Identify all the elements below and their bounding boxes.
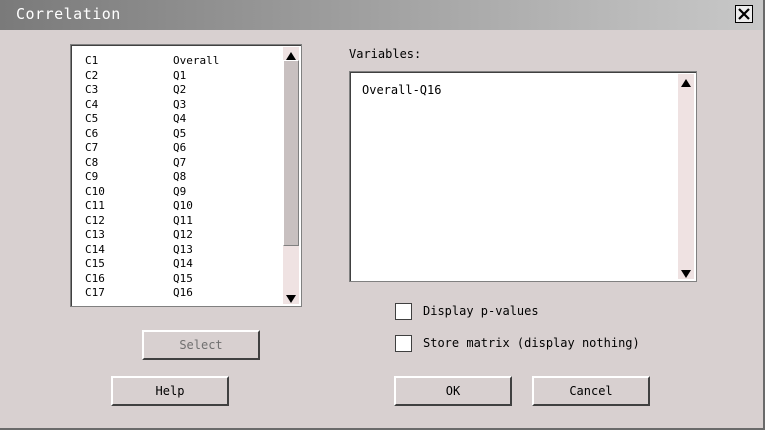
list-item[interactable]: C9 Q8 (85, 170, 285, 185)
list-item[interactable]: C7 Q6 (85, 141, 285, 156)
column-id: C15 (85, 257, 105, 270)
column-id: C5 (85, 112, 99, 125)
variables-textarea[interactable]: Overall-Q16 (349, 71, 697, 282)
column-name: Q9 (173, 184, 187, 198)
list-item[interactable]: C16 Q15 (85, 272, 285, 287)
store-matrix-label: Store matrix (display nothing) (423, 336, 640, 350)
column-id: C10 (85, 184, 105, 198)
variables-scrollbar[interactable] (678, 74, 694, 279)
column-name: Q16 (173, 286, 193, 299)
list-item[interactable]: C1 Overall (85, 54, 285, 69)
column-id: C17 (85, 286, 105, 299)
scroll-down-arrow-icon[interactable] (678, 266, 694, 279)
list-item[interactable]: C5 Q4 (85, 112, 285, 127)
column-id: C9 (85, 170, 99, 183)
list-item[interactable]: C13 Q12 (85, 228, 285, 243)
column-name: Q6 (173, 141, 187, 154)
cancel-button[interactable]: Cancel (532, 376, 650, 406)
column-name: Q4 (173, 112, 187, 125)
column-name: Q7 (173, 155, 187, 169)
column-id: C14 (85, 242, 105, 256)
list-item[interactable]: C10 Q9 (85, 185, 285, 200)
window-title: Correlation (16, 5, 121, 23)
list-item[interactable]: C14 Q13 (85, 243, 285, 258)
close-button[interactable] (735, 5, 753, 23)
list-item[interactable]: C12 Q11 (85, 214, 285, 229)
column-id: C1 (85, 54, 99, 67)
help-button[interactable]: Help (111, 376, 229, 406)
title-bar[interactable]: Correlation (0, 0, 763, 30)
column-id: C2 (85, 68, 99, 82)
columns-scrollbar[interactable] (283, 47, 299, 304)
column-name: Q5 (173, 126, 187, 140)
column-id: C3 (85, 83, 99, 96)
variables-label: Variables: (349, 47, 422, 61)
column-name: Q2 (173, 83, 187, 96)
columns-list: C1 Overall C2 Q1 C3 Q2 C4 Q3 C5 Q4 C6 Q5 C7 Q6 C8 Q7 C9 Q… (85, 54, 285, 301)
scroll-up-arrow-icon[interactable] (283, 47, 299, 60)
column-name: Q3 (173, 97, 187, 111)
column-id: C7 (85, 141, 99, 154)
scroll-up-arrow-icon[interactable] (678, 74, 694, 87)
close-icon (738, 8, 750, 20)
column-id: C6 (85, 126, 99, 140)
column-id: C8 (85, 155, 99, 169)
column-id: C11 (85, 199, 105, 212)
column-name: Overall (173, 54, 220, 67)
column-id: C16 (85, 271, 105, 285)
column-name: Q8 (173, 170, 187, 183)
variables-value: Overall-Q16 (362, 83, 442, 97)
list-item[interactable]: C8 Q7 (85, 156, 285, 171)
store-matrix-checkbox[interactable] (395, 335, 412, 352)
column-id: C4 (85, 97, 99, 111)
column-name: Q13 (173, 242, 193, 256)
display-p-values-label: Display p-values (423, 304, 539, 318)
correlation-dialog: Correlation C1 Overall C2 Q1 C3 Q2 C4 Q3 C5 Q4 C6 Q… (0, 0, 765, 430)
list-item[interactable]: C3 Q2 (85, 83, 285, 98)
list-item[interactable]: C4 Q3 (85, 98, 285, 113)
display-p-values-checkbox[interactable] (395, 303, 412, 320)
select-button[interactable]: Select (142, 330, 260, 360)
list-item[interactable]: C6 Q5 (85, 127, 285, 142)
column-name: Q1 (173, 68, 187, 82)
column-id: C12 (85, 213, 105, 227)
ok-button[interactable]: OK (394, 376, 512, 406)
columns-scroll-thumb[interactable] (283, 60, 299, 246)
column-name: Q10 (173, 199, 193, 212)
columns-listbox[interactable]: C1 Overall C2 Q1 C3 Q2 C4 Q3 C5 Q4 C6 Q5 C7 Q6 C8 Q7 C9 Q… (70, 44, 302, 307)
column-name: Q12 (173, 228, 193, 241)
list-item[interactable]: C11 Q10 (85, 199, 285, 214)
column-name: Q11 (173, 213, 193, 227)
column-id: C13 (85, 228, 105, 241)
list-item[interactable]: C15 Q14 (85, 257, 285, 272)
column-name: Q15 (173, 271, 193, 285)
scroll-down-arrow-icon[interactable] (283, 291, 299, 304)
column-name: Q14 (173, 257, 193, 270)
list-item[interactable]: C2 Q1 (85, 69, 285, 84)
list-item[interactable]: C17 Q16 (85, 286, 285, 301)
